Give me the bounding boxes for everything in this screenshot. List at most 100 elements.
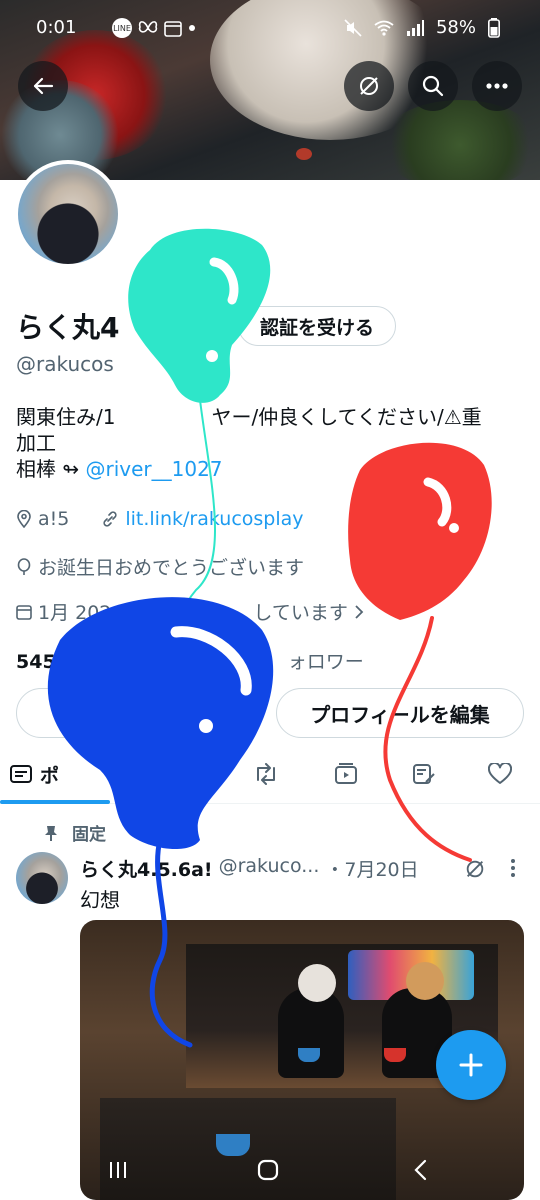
grok-slash-icon — [466, 860, 484, 878]
mute-icon — [344, 18, 362, 37]
battery-icon — [488, 17, 500, 38]
balloon-icon — [17, 557, 31, 575]
photo-detail — [384, 1048, 406, 1062]
home-icon — [257, 1159, 279, 1181]
battery-percent: 58% — [435, 17, 476, 38]
post-avatar[interactable] — [16, 852, 68, 904]
photo-detail — [298, 964, 336, 1002]
calendar-icon — [164, 21, 182, 37]
avatar-image — [18, 164, 118, 264]
post-more-button[interactable] — [510, 858, 516, 882]
pin-icon — [45, 825, 57, 841]
joined-text: しています — [253, 602, 348, 624]
red-balloon-highlight — [449, 523, 459, 533]
photo-detail — [278, 988, 344, 1078]
grok-slash-icon — [360, 77, 378, 95]
photo-detail — [406, 962, 444, 1000]
more-button[interactable] — [472, 61, 522, 111]
active-tab-indicator — [0, 800, 110, 804]
plus-icon — [459, 1053, 483, 1077]
system-icons: 58% — [344, 17, 500, 38]
tab-articles[interactable] — [402, 745, 446, 803]
tab-posts-label: ポ — [40, 764, 60, 787]
photo-detail — [298, 1048, 320, 1062]
teal-balloon-highlight — [209, 257, 239, 305]
bio-line: 加工 — [16, 431, 56, 455]
followers-label[interactable]: ォロワー — [288, 651, 364, 673]
bio-text: 関東住み/1 — [16, 405, 116, 429]
blue-balloon-highlight — [199, 719, 213, 733]
profile-meta-row: お誕生日おめでとうございます — [16, 553, 304, 580]
back-button[interactable] — [18, 61, 68, 111]
heart-icon — [488, 763, 512, 784]
repost-icon — [257, 763, 275, 785]
home-button[interactable] — [248, 1154, 288, 1186]
pinned-label: 固定 — [72, 825, 106, 845]
red-balloon-highlight — [423, 477, 452, 527]
chevron-right-icon[interactable] — [354, 604, 364, 620]
teal-balloon-highlight — [206, 350, 218, 362]
wifi-icon — [374, 20, 394, 36]
post-header: らく丸4.5.6a! @rakuco... ・7月20日 — [80, 855, 419, 882]
partner-mention-link[interactable]: @river__1027 — [85, 457, 222, 481]
profile-name: らく丸4 — [16, 311, 120, 344]
post-text: 幻想 — [80, 888, 120, 912]
tab-posts[interactable]: ポ — [10, 745, 110, 803]
location-text: a!5 — [38, 508, 70, 530]
post-date[interactable]: ・7月20日 — [325, 855, 418, 882]
bio-text: ヤー/仲良くしてください/⚠重 — [211, 405, 482, 429]
posts-icon — [10, 765, 32, 783]
edit-profile-button[interactable]: プロフィールを編集 — [276, 688, 524, 738]
dot-icon — [189, 25, 195, 31]
tab-videos[interactable] — [324, 745, 368, 803]
profile-meta-row: 1月 202 しています — [16, 598, 364, 625]
calendar-icon — [16, 604, 32, 620]
following-count[interactable]: 545 — [16, 651, 56, 673]
profile-meta-row: a!5 lit.link/rakucosplay — [16, 508, 304, 530]
post-author-name[interactable]: らく丸4.5.6a! — [80, 855, 213, 882]
banner-art — [380, 100, 540, 180]
post-grok-button[interactable] — [464, 858, 486, 884]
location-pin-icon — [17, 510, 31, 528]
profile-avatar[interactable] — [14, 160, 122, 268]
system-nav-bar — [0, 1140, 540, 1200]
search-button[interactable] — [408, 61, 458, 111]
recents-icon — [110, 1162, 126, 1178]
profile-tabs: ポ — [0, 745, 540, 804]
recents-button[interactable] — [98, 1154, 138, 1186]
profile-action-button[interactable] — [16, 688, 118, 738]
birthday-text: お誕生日おめでとうございます — [38, 557, 305, 579]
bio-text: 相棒 ↬ — [16, 457, 86, 481]
profile-bio: 関東住み/1 ヤー/仲良くしてください/⚠重 加工 相棒 ↬ @river__10… — [16, 404, 526, 482]
back-arrow-icon — [33, 77, 54, 95]
compose-button[interactable] — [436, 1030, 506, 1100]
article-icon — [413, 764, 435, 784]
tab-reposts[interactable] — [244, 745, 288, 803]
bio-line: 関東住み/1 ヤー/仲良くしてください/⚠重 — [16, 404, 526, 430]
pinned-label-row: 固定 — [44, 820, 106, 845]
more-vertical-icon — [511, 859, 515, 877]
signal-icon — [406, 19, 424, 36]
follow-counts: 545 ォロワー — [16, 647, 364, 674]
status-time: 0:01 — [36, 17, 77, 38]
line-icon: LINE — [112, 18, 132, 38]
status-bar: 0:01 LINE 58% — [0, 0, 540, 58]
website-link[interactable]: lit.link/rakucosplay — [125, 508, 303, 530]
banner-art — [296, 148, 312, 160]
video-icon — [335, 763, 357, 784]
profile-handle: @rakucos — [16, 352, 114, 376]
more-dots-icon — [486, 83, 508, 89]
nav-back-button[interactable] — [400, 1154, 440, 1186]
search-icon — [422, 75, 444, 97]
link-icon — [103, 511, 117, 527]
grok-button[interactable] — [344, 61, 394, 111]
joined-text: 1月 202 — [38, 602, 112, 624]
get-verified-button[interactable]: 認証を受ける — [238, 306, 396, 346]
tab-likes[interactable] — [478, 745, 522, 803]
butterfly-icon — [138, 21, 158, 33]
chevron-left-icon — [414, 1159, 427, 1181]
bio-line: 相棒 ↬ @river__1027 — [16, 456, 526, 482]
notification-icons: LINE — [112, 18, 196, 38]
red-balloon-string — [383, 616, 472, 862]
post-author-handle[interactable]: @rakuco... — [219, 855, 320, 882]
